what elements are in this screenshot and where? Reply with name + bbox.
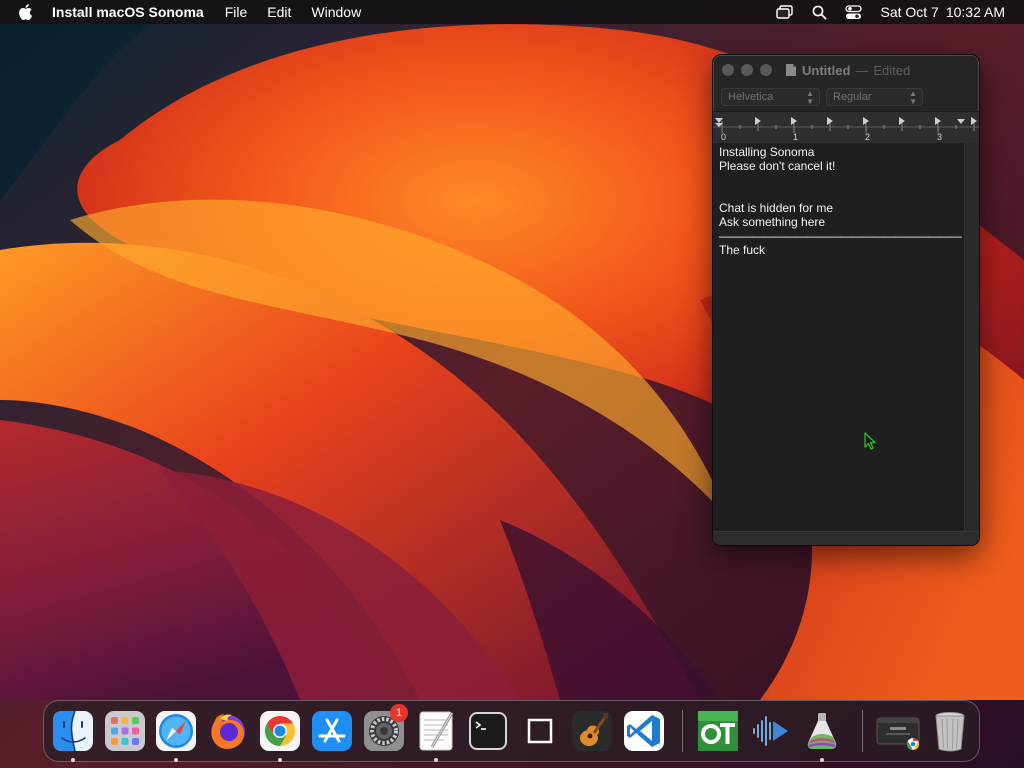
document-line: Please don't cancel it! (719, 159, 836, 173)
menu-edit[interactable]: Edit (267, 4, 291, 20)
document-line: Chat is hidden for me (719, 201, 834, 215)
running-indicator (278, 758, 282, 762)
ot-icon (698, 711, 738, 751)
dock-item-firefox[interactable] (206, 709, 250, 753)
menu-bar-clock[interactable]: Sat Oct 7 10:32 AM (880, 4, 1005, 20)
vscode-icon (624, 711, 664, 751)
dock-item-finder[interactable] (51, 709, 95, 762)
firefox-icon (211, 714, 245, 749)
dock-item-terminal[interactable] (466, 709, 510, 753)
document-line: The fuck (719, 243, 766, 257)
dock-item-garageband[interactable] (570, 709, 614, 753)
font-family-value: Helvetica (728, 91, 774, 103)
running-indicator (820, 758, 824, 762)
menu-window[interactable]: Window (311, 4, 361, 20)
recent-window-icon (876, 717, 920, 750)
document-line: Ask something here (719, 215, 826, 229)
minimize-window-button[interactable] (741, 64, 753, 76)
document-body[interactable]: Installing Sonoma Please don't cancel it… (719, 145, 962, 257)
dock-item-vscode[interactable] (622, 709, 666, 753)
notification-badge: 1 (390, 704, 408, 722)
dock-item-system-settings[interactable]: 1 (362, 704, 408, 753)
document-text-area[interactable]: Installing Sonoma Please don't cancel it… (713, 143, 965, 531)
dock-item-launchpad[interactable] (103, 709, 147, 753)
ruler-label-2: 2 (865, 132, 870, 142)
dock-item-textedit[interactable] (414, 709, 458, 762)
terminal-icon (469, 712, 507, 750)
vertical-scrollbar[interactable] (964, 143, 979, 531)
chrome-icon (260, 711, 300, 751)
font-family-select[interactable]: Helvetica ▲ ▼ (721, 88, 820, 106)
apple-menu-icon[interactable] (17, 3, 35, 21)
launchpad-icon (105, 711, 145, 751)
zoom-window-button[interactable] (760, 64, 772, 76)
dock-item-safari[interactable] (154, 709, 198, 762)
menu-file[interactable]: File (225, 4, 248, 20)
running-indicator (434, 758, 438, 762)
clock-time: 10:32 AM (945, 4, 1005, 20)
dock-item-recent-window[interactable] (876, 709, 920, 753)
select-arrows-icon: ▲ ▼ (806, 89, 814, 106)
dock-item-install-sonoma[interactable] (800, 709, 844, 762)
clock-day: Sat Oct 7 (880, 4, 939, 20)
ruler-label-1: 1 (793, 132, 798, 142)
text-ruler[interactable]: 0 1 2 3 (713, 111, 979, 144)
running-indicator (174, 758, 178, 762)
running-indicator (71, 758, 75, 762)
ruler-label-0: 0 (721, 132, 726, 142)
font-style-value: Regular (833, 91, 872, 103)
document-line: Installing Sonoma (719, 145, 815, 159)
dock: 1 (43, 700, 980, 762)
garageband-icon (572, 711, 612, 751)
title-separator: — (855, 62, 869, 78)
dock-item-trash[interactable] (928, 709, 972, 753)
dock-separator (862, 710, 863, 752)
control-center-icon[interactable] (842, 3, 864, 21)
media-player-icon (753, 716, 788, 746)
finder-icon (53, 710, 93, 752)
select-arrows-icon: ▲ ▼ (909, 89, 917, 106)
window-title-group: Untitled — Edited (785, 61, 910, 79)
menu-bar-status-area: Sat Oct 7 10:32 AM (774, 0, 1024, 24)
ruler-label-3: 3 (937, 132, 942, 142)
trash-icon (935, 712, 965, 752)
dock-item-media-player[interactable] (748, 709, 792, 753)
document-line: —————————————————————— (719, 229, 962, 243)
safari-icon (156, 711, 196, 751)
spotlight-search-icon[interactable] (808, 3, 830, 21)
document-icon (786, 64, 796, 76)
dock-separator (682, 710, 683, 752)
edited-status: Edited (873, 62, 911, 78)
app-store-icon (312, 711, 352, 751)
install-sonoma-icon (807, 713, 837, 749)
font-style-select[interactable]: Regular ▲ ▼ (826, 88, 923, 106)
menu-bar: Install macOS Sonoma File Edit Window Sa… (0, 0, 1024, 24)
mouse-pointer-icon (864, 432, 876, 450)
dock-item-ot-app[interactable] (696, 709, 740, 753)
dock-item-app-store[interactable] (310, 709, 354, 753)
window-title: Untitled (802, 62, 851, 78)
screen-mirroring-icon[interactable] (774, 3, 796, 21)
textedit-window[interactable]: Untitled — Edited Helvetica ▲ ▼ Regular ▲… (712, 54, 980, 546)
menu-app-name[interactable]: Install macOS Sonoma (52, 4, 204, 20)
textedit-icon (419, 711, 454, 751)
dock-item-blank-app[interactable] (518, 709, 562, 753)
window-bottom-bar (713, 531, 979, 545)
dock-item-chrome[interactable] (258, 709, 302, 762)
blank-square-icon (527, 718, 553, 744)
window-titlebar[interactable]: Untitled — Edited (713, 55, 979, 85)
close-window-button[interactable] (722, 64, 734, 76)
